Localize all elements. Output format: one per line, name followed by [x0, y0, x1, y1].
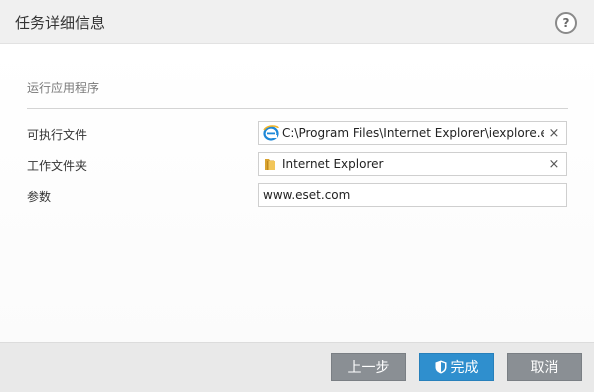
dialog-content: 运行应用程序 可执行文件 C:\Program Files\Internet E…	[0, 44, 594, 342]
working-folder-label: 工作文件夹	[27, 159, 88, 173]
dialog-footer: 上一步 完成 取消	[0, 342, 594, 392]
help-button[interactable]: ?	[555, 12, 577, 34]
shield-icon	[435, 360, 446, 374]
executable-value: C:\Program Files\Internet Explorer\iexpl…	[282, 126, 544, 140]
finish-button-label: 完成	[450, 360, 479, 376]
parameters-input[interactable]: www.eset.com	[258, 183, 567, 207]
working-folder-value: Internet Explorer	[282, 157, 384, 171]
executable-label: 可执行文件	[27, 128, 88, 142]
section-title: 运行应用程序	[27, 81, 100, 95]
cancel-button[interactable]: 取消	[507, 353, 582, 381]
clear-working-folder-button[interactable]: ×	[544, 154, 564, 174]
executable-field[interactable]: C:\Program Files\Internet Explorer\iexpl…	[258, 121, 567, 145]
back-button-label: 上一步	[347, 360, 390, 376]
parameters-value: www.eset.com	[263, 188, 351, 202]
section-divider	[27, 108, 568, 109]
clear-executable-button[interactable]: ×	[544, 123, 564, 143]
internet-explorer-icon	[263, 125, 279, 141]
working-folder-field[interactable]: Internet Explorer ×	[258, 152, 567, 176]
title-bar: 任务详细信息 ?	[0, 0, 594, 44]
parameters-label: 参数	[27, 190, 52, 204]
finish-button[interactable]: 完成	[419, 353, 494, 381]
folder-icon	[265, 159, 275, 170]
dialog-title: 任务详细信息	[15, 14, 106, 32]
cancel-button-label: 取消	[530, 360, 559, 376]
back-button[interactable]: 上一步	[331, 353, 406, 381]
